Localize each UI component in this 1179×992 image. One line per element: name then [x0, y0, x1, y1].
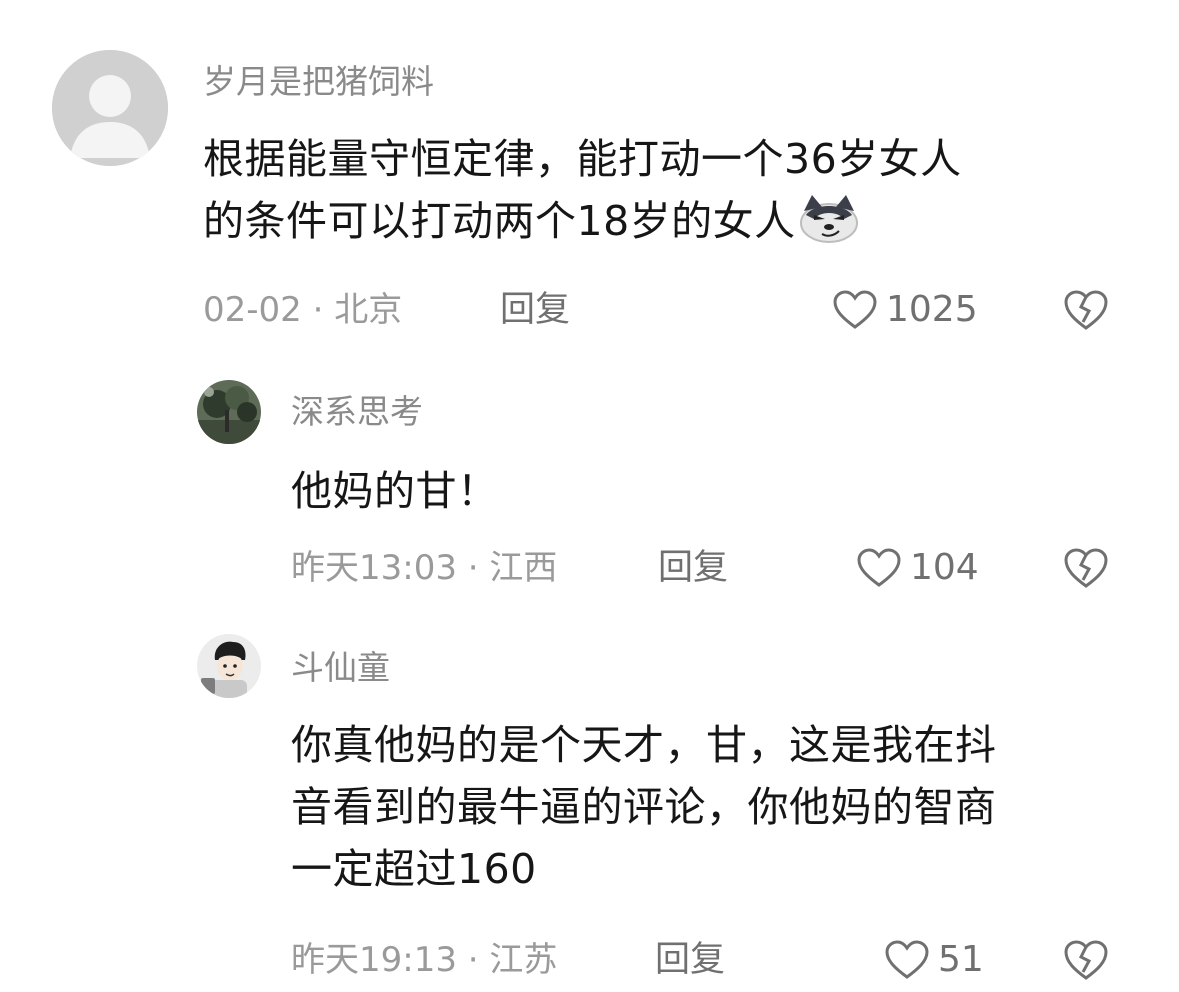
- comment-text-line: 根据能量守恒定律，能打动一个36岁女人: [203, 135, 962, 183]
- avatar[interactable]: [197, 380, 261, 444]
- broken-heart-icon: [1064, 940, 1108, 980]
- heart-outline-icon: [833, 290, 877, 329]
- dislike-button[interactable]: [1062, 938, 1110, 982]
- like-count: 104: [910, 547, 979, 588]
- dislike-button[interactable]: [1062, 546, 1110, 590]
- like-count: 1025: [886, 289, 978, 330]
- cartoon-boy-avatar-icon: [197, 634, 261, 698]
- comment-text: 他妈的甘！: [291, 460, 1131, 522]
- like-button[interactable]: 51: [884, 938, 984, 982]
- comment-meta: 昨天19:13 · 江苏: [291, 940, 558, 980]
- avatar[interactable]: [52, 50, 168, 166]
- comment-meta: 昨天13:03 · 江西: [291, 548, 558, 588]
- comment-text: 你真他妈的是个天才，甘，这是我在抖 音看到的最牛逼的评论，你他妈的智商 一定超过…: [291, 714, 1131, 900]
- comment-username[interactable]: 深系思考: [291, 392, 423, 432]
- like-count: 51: [938, 939, 984, 980]
- comment-username[interactable]: 岁月是把猪饲料: [203, 62, 434, 102]
- heart-outline-icon: [857, 548, 901, 587]
- comment-text-line: 一定超过160: [291, 845, 537, 893]
- comment-text-line: 的条件可以打动两个18岁的女人: [203, 190, 1123, 252]
- reply-button[interactable]: 回复: [655, 938, 725, 982]
- comment-text-line: 音看到的最牛逼的评论，你他妈的智商: [291, 783, 997, 831]
- reply-button[interactable]: 回复: [500, 288, 570, 332]
- like-button[interactable]: 1025: [832, 288, 978, 332]
- broken-heart-icon: [1064, 290, 1108, 330]
- comment-item: 岁月是把猪饲料 根据能量守恒定律，能打动一个36岁女人 的条件可以打动两个18岁…: [0, 0, 1179, 350]
- heart-outline-icon: [885, 940, 929, 979]
- avatar[interactable]: [197, 634, 261, 698]
- default-avatar-icon: [52, 50, 168, 166]
- like-button[interactable]: 104: [856, 546, 979, 590]
- comment-text-line: 你真他妈的是个天才，甘，这是我在抖: [291, 721, 997, 769]
- tree-avatar-icon: [197, 380, 261, 444]
- broken-heart-icon: [1064, 548, 1108, 588]
- comment-text: 根据能量守恒定律，能打动一个36岁女人 的条件可以打动两个18岁的女人: [203, 128, 1123, 252]
- reply-button[interactable]: 回复: [658, 546, 728, 590]
- reply-item: 深系思考 他妈的甘！ 昨天13:03 · 江西 回复 104: [0, 350, 1179, 610]
- comment-text-line: 他妈的甘！: [291, 467, 499, 515]
- comment-meta: 02-02 · 北京: [203, 290, 403, 330]
- dislike-button[interactable]: [1062, 288, 1110, 332]
- comment-username[interactable]: 斗仙童: [291, 648, 390, 688]
- reply-item: 斗仙童 你真他妈的是个天才，甘，这是我在抖 音看到的最牛逼的评论，你他妈的智商 …: [0, 610, 1179, 992]
- smirking-dog-emoji-icon: [798, 193, 860, 243]
